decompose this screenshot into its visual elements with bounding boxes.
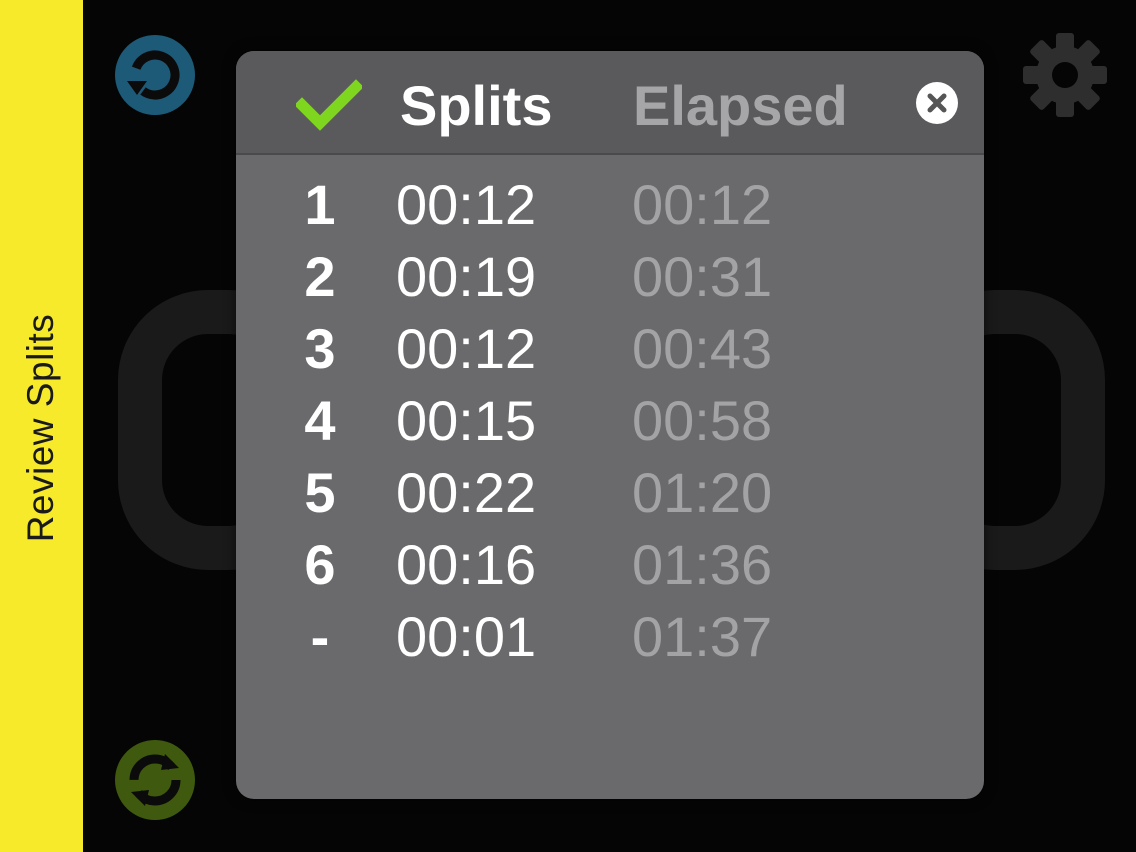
split-time: 00:01 xyxy=(396,605,537,668)
split-time: 00:19 xyxy=(396,245,537,308)
close-icon xyxy=(927,93,947,113)
stopwatch-app: Review Splits Splits Elapsed 1 00:12 00:… xyxy=(0,0,1136,852)
split-row: 2 00:19 00:31 xyxy=(236,241,984,313)
elapsed-time: 00:12 xyxy=(632,173,773,236)
close-button[interactable] xyxy=(916,82,958,124)
review-splits-sidebar[interactable]: Review Splits xyxy=(0,0,83,852)
split-number: 2 xyxy=(304,245,336,308)
splits-panel: Splits Elapsed 1 00:12 00:12 2 00:19 00:… xyxy=(236,51,984,799)
split-number: 4 xyxy=(304,389,336,452)
split-number: 5 xyxy=(304,461,336,524)
split-number: 1 xyxy=(304,173,336,236)
split-time: 00:15 xyxy=(396,389,537,452)
split-time: 00:16 xyxy=(396,533,537,596)
elapsed-time: 01:37 xyxy=(632,605,773,668)
split-row: 3 00:12 00:43 xyxy=(236,313,984,385)
split-time: 00:12 xyxy=(396,317,537,380)
split-number: 6 xyxy=(304,533,336,596)
panel-header: Splits Elapsed xyxy=(236,51,984,155)
start-stop-icon[interactable] xyxy=(113,738,197,822)
elapsed-time: 01:36 xyxy=(632,533,773,596)
split-row: 5 00:22 01:20 xyxy=(236,457,984,529)
splits-list: 1 00:12 00:12 2 00:19 00:31 3 00:12 00:4… xyxy=(236,169,984,673)
split-row: 6 00:16 01:36 xyxy=(236,529,984,601)
elapsed-time: 00:43 xyxy=(632,317,773,380)
split-time: 00:22 xyxy=(396,461,537,524)
elapsed-time: 01:20 xyxy=(632,461,773,524)
tab-splits[interactable]: Splits xyxy=(400,73,552,138)
split-number: 3 xyxy=(304,317,336,380)
split-row: 1 00:12 00:12 xyxy=(236,169,984,241)
sidebar-label: Review Splits xyxy=(20,313,61,543)
split-number: - xyxy=(310,605,330,668)
reset-icon[interactable] xyxy=(113,33,197,117)
split-time: 00:12 xyxy=(396,173,537,236)
checkmark-icon[interactable] xyxy=(294,79,364,131)
elapsed-time: 00:58 xyxy=(632,389,773,452)
gear-icon[interactable] xyxy=(1022,32,1108,118)
elapsed-time: 00:31 xyxy=(632,245,773,308)
split-row: - 00:01 01:37 xyxy=(236,601,984,673)
split-row: 4 00:15 00:58 xyxy=(236,385,984,457)
tab-elapsed[interactable]: Elapsed xyxy=(633,73,848,138)
